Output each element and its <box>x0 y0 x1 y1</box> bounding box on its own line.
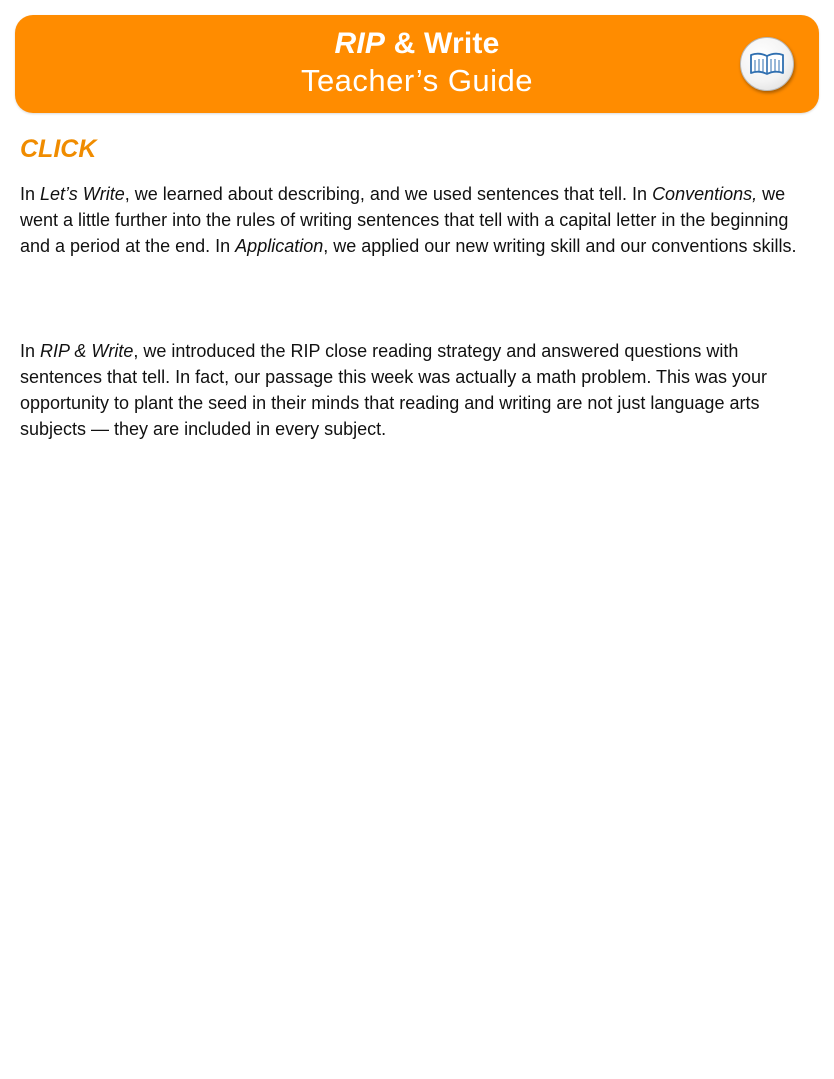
book-button[interactable] <box>740 37 794 91</box>
guide-title: RIP & Write <box>15 27 819 61</box>
section-heading: CLICK <box>20 135 97 163</box>
guide-title-rest: & Write <box>385 27 500 60</box>
guide-subtitle: Teacher’s Guide <box>300 63 534 98</box>
paragraph-1: In Let’s Write, we learned about describ… <box>20 181 820 259</box>
paragraph-1-text-4: , we applied our new writing skill and o… <box>323 236 797 256</box>
paragraph-1-emphasis-1: Let’s Write <box>40 184 125 204</box>
paragraph-2-emphasis-1: RIP & Write <box>40 341 134 361</box>
paragraph-1-text-2: , we learned about describing, and we us… <box>124 184 653 204</box>
paragraph-2-text-2: , we introduced the RIP close reading st… <box>20 341 768 439</box>
guide-title-italic: RIP <box>334 27 386 60</box>
paragraph-2-text-1: In <box>20 341 41 361</box>
paragraph-1-emphasis-3: Application <box>235 236 324 256</box>
book-icon <box>750 52 784 75</box>
paragraph-1-text-1: In <box>20 184 41 204</box>
header-banner: RIP & Write Teacher’s Guide <box>15 15 819 113</box>
paragraph-1-emphasis-2: Conventions, <box>652 184 758 204</box>
paragraph-2: In RIP & Write, we introduced the RIP cl… <box>20 338 820 442</box>
